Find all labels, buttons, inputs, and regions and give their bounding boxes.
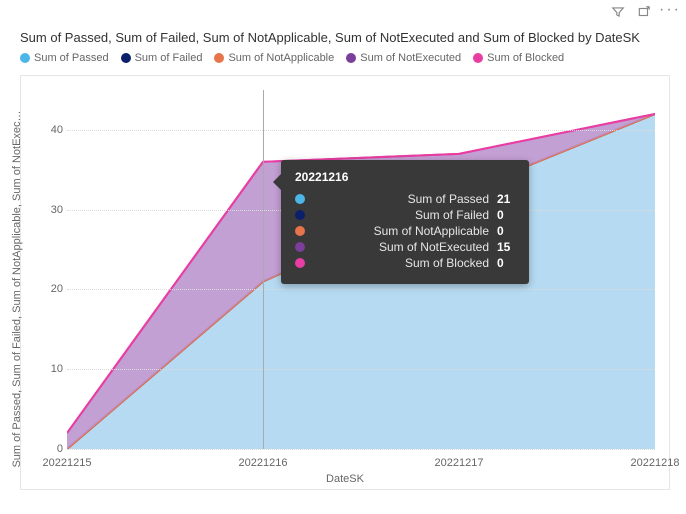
swatch-na-icon (214, 53, 224, 63)
tooltip-row: Sum of Blocked 0 (295, 256, 515, 270)
x-tick-label: 20221216 (239, 457, 288, 469)
y-tick-label: 20 (39, 283, 63, 295)
chart-tooltip: 20221216Sum of Passed21Sum of Failed0Sum… (281, 160, 529, 284)
tooltip-label: Sum of Failed (313, 208, 489, 222)
tooltip-value: 0 (497, 256, 515, 270)
legend-label: Sum of NotApplicable (228, 52, 334, 64)
tooltip-value: 0 (497, 224, 515, 238)
tooltip-value: 0 (497, 208, 515, 222)
chart-legend: Sum of Passed Sum of Failed Sum of NotAp… (20, 52, 564, 64)
more-options-icon[interactable]: ··· (662, 2, 678, 18)
legend-label: Sum of Blocked (487, 52, 564, 64)
tooltip-label: Sum of NotApplicable (313, 224, 489, 238)
y-tick-label: 10 (39, 363, 63, 375)
chart-toolbar: ··· (610, 4, 678, 20)
chart-container: Sum of Passed, Sum of Failed, Sum of Not… (20, 75, 670, 490)
tooltip-title: 20221216 (295, 170, 515, 184)
gridline (67, 449, 655, 450)
y-axis-label: Sum of Passed, Sum of Failed, Sum of Not… (11, 109, 23, 469)
tooltip-dot-icon (295, 210, 305, 220)
tooltip-dot-icon (295, 226, 305, 236)
legend-label: Sum of Passed (34, 52, 109, 64)
chart-title: Sum of Passed, Sum of Failed, Sum of Not… (20, 30, 640, 45)
y-tick-label: 30 (39, 204, 63, 216)
y-tick-label: 40 (39, 124, 63, 136)
x-tick-label: 20221215 (43, 457, 92, 469)
legend-item-blocked[interactable]: Sum of Blocked (473, 52, 564, 64)
tooltip-value: 15 (497, 240, 515, 254)
tooltip-row: Sum of Passed 21 (295, 192, 515, 206)
tooltip-row: Sum of NotApplicable 0 (295, 224, 515, 238)
tooltip-label: Sum of NotExecuted (313, 240, 489, 254)
swatch-failed-icon (121, 53, 131, 63)
swatch-passed-icon (20, 53, 30, 63)
swatch-blocked-icon (473, 53, 483, 63)
focus-mode-icon[interactable] (636, 4, 652, 20)
y-tick-label: 0 (39, 443, 63, 455)
hover-vertical-line (263, 90, 264, 449)
legend-item-ne[interactable]: Sum of NotExecuted (346, 52, 461, 64)
tooltip-row: Sum of Failed 0 (295, 208, 515, 222)
tooltip-value: 21 (497, 192, 515, 206)
legend-item-passed[interactable]: Sum of Passed (20, 52, 109, 64)
tooltip-dot-icon (295, 258, 305, 268)
x-tick-label: 20221217 (435, 457, 484, 469)
tooltip-label: Sum of Passed (313, 192, 489, 206)
x-tick-label: 20221218 (631, 457, 680, 469)
swatch-ne-icon (346, 53, 356, 63)
legend-label: Sum of NotExecuted (360, 52, 461, 64)
gridline (67, 369, 655, 370)
gridline (67, 130, 655, 131)
tooltip-label: Sum of Blocked (313, 256, 489, 270)
legend-item-failed[interactable]: Sum of Failed (121, 52, 203, 64)
tooltip-dot-icon (295, 194, 305, 204)
filter-icon[interactable] (610, 4, 626, 20)
gridline (67, 289, 655, 290)
x-axis-label: DateSK (21, 473, 669, 485)
tooltip-row: Sum of NotExecuted 15 (295, 240, 515, 254)
legend-item-na[interactable]: Sum of NotApplicable (214, 52, 334, 64)
tooltip-dot-icon (295, 242, 305, 252)
legend-label: Sum of Failed (135, 52, 203, 64)
plot-area[interactable]: 0102030402022121520221216202212172022121… (67, 90, 655, 449)
